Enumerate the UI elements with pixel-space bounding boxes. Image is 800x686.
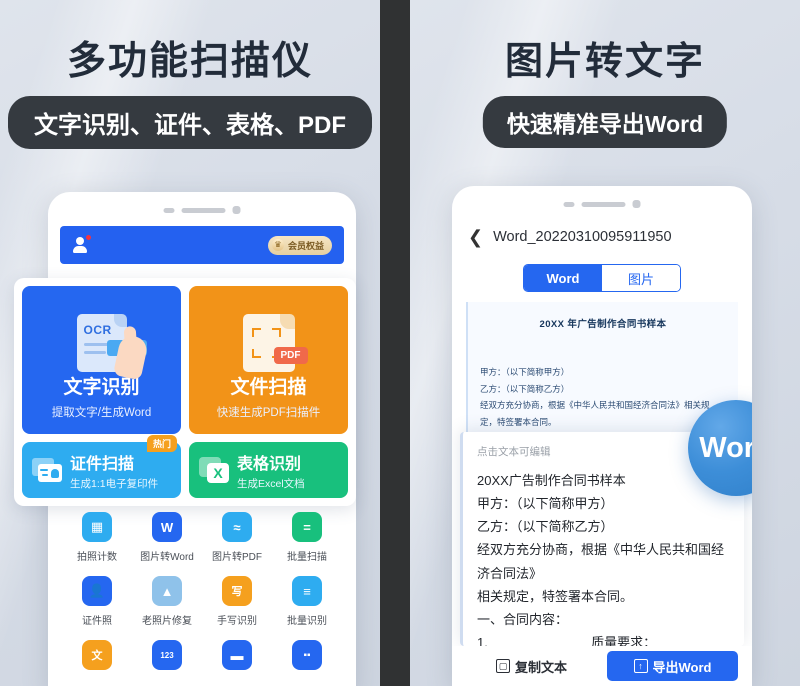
pdf-scan-icon: PDF [189,312,348,374]
card-text-recognition[interactable]: OCR 文字识别 提取文字/生成Word [22,286,181,434]
promo-screenshot: 多功能扫描仪 文字识别、证件、表格、PDF ♛ 会员权益 OCR 文字识别 提取… [0,0,800,686]
photo-restore-icon: ▲ [152,576,182,606]
tool-label: 批量识别 [287,616,327,627]
tool-label: 老照片修复 [142,616,192,627]
more-grid-icon: ▪▪ [292,640,322,670]
card-subtitle: 快速生成PDF扫描件 [216,407,321,419]
copy-icon: ▢ [495,659,510,673]
feature-cards-row-2: 热门 证件扫描 生成1:1电子复印件 X 表格识别 生成Excel文档 [22,435,348,498]
card-subtitle: 生成Excel文档 [237,477,305,490]
translate-icon: 文 [82,640,112,670]
id-card-icon [32,458,62,482]
view-mode-tabs: Word 图片 [523,264,681,292]
tool-label: 图片转Word [140,552,194,563]
tool-grid-row: 👤 证件照 ▲ 老照片修复 写 手写识别 ≡ 批量识别 [62,576,342,627]
card-title: 文件扫描 [230,377,307,398]
phone-notch [563,200,641,208]
left-subtitle-pill: 文字识别、证件、表格、PDF [8,96,372,149]
button-label: 复制文本 [514,659,567,675]
phone-notch [163,206,241,214]
navigation-bar: ❮ Word_20220310095911950 [468,228,736,246]
card-title: 表格识别 [237,455,302,473]
left-headline: 多功能扫描仪 [66,40,313,83]
number-recognize-icon: 123 [152,640,182,670]
vip-benefits-button[interactable]: ♛ 会员权益 [267,235,332,255]
back-chevron-icon[interactable]: ❮ [468,228,483,246]
preview-line: 定，特签署本合同。 [480,416,557,427]
card-file-scan[interactable]: PDF 文件扫描 快速生成PDF扫描件 [189,286,348,434]
text-line: 相关规定，特签署本合同。 [477,588,634,604]
batch-recognize-icon: ≡ [292,576,322,606]
tool-batch-scan[interactable]: = 批量扫描 [272,512,342,563]
tool-id-photo[interactable]: 👤 证件照 [62,576,132,627]
tool-image-to-word[interactable]: W 图片转Word [132,512,202,563]
tool-handwriting[interactable]: 写 手写识别 [202,576,272,627]
handwriting-icon: 写 [222,576,252,606]
panel-divider [380,0,410,686]
tab-word[interactable]: Word [524,265,602,291]
right-panel: 图片转文字 快速精准导出Word ❮ Word_2022031009591195… [410,0,800,686]
batch-scan-icon: = [292,512,322,542]
tool-image-to-pdf[interactable]: ≈ 图片转PDF [202,512,272,563]
phone-mockup-right: ❮ Word_20220310095911950 Word 图片 20XX 年广… [452,186,752,686]
image-to-pdf-icon: ≈ [222,512,252,542]
tool-label: 证件照 [82,616,112,627]
text-line: 一、合同内容： [477,611,569,627]
ocr-document-icon: OCR [22,312,181,381]
preview-line: 乙方：（以下简称乙方） [480,383,570,394]
text-line: 20XX广告制作合同书样本 [477,473,626,488]
left-panel: 多功能扫描仪 文字识别、证件、表格、PDF ♛ 会员权益 OCR 文字识别 提取… [0,0,380,686]
vip-label: 会员权益 [287,240,324,251]
button-label: 导出Word [652,659,712,675]
text-line: 乙方：（以下简称乙方） [477,519,614,535]
crown-icon: ♛ [271,239,284,251]
card-subtitle: 提取文字/生成Word [51,407,152,419]
preview-line: 经双方充分协商，根据《中华人民共和国经济合同法》相关规 [480,400,710,411]
tool-label: 批量扫描 [287,552,327,563]
tool-photo-count[interactable]: ▦ 拍照计数 [62,512,132,563]
tool-grid-row: ▦ 拍照计数 W 图片转Word ≈ 图片转PDF = 批量扫描 [62,512,342,563]
preview-title: 20XX 年广告制作合同书样本 [539,319,667,330]
phone-mockup-left: ♛ 会员权益 OCR 文字识别 提取文字/生成Word PDF 文件扫描 快速生… [14,192,356,686]
tool-icon-grid: ▦ 拍照计数 W 图片转Word ≈ 图片转PDF = 批量扫描 👤 证件照 ▲… [62,512,342,686]
tool-translate[interactable]: 文 [62,640,132,676]
tool-label: 图片转PDF [212,552,262,563]
feature-cards-panel: OCR 文字识别 提取文字/生成Word PDF 文件扫描 快速生成PDF扫描件… [14,278,356,506]
user-avatar-icon[interactable] [72,235,91,253]
right-subtitle-pill: 快速精准导出Word [482,96,728,148]
tool-photo-restore[interactable]: ▲ 老照片修复 [132,576,202,627]
tool-label: 拍照计数 [77,552,117,563]
tool-more[interactable]: ▪▪ [272,640,342,676]
card-table-recognition[interactable]: X 表格识别 生成Excel文档 [189,442,348,498]
hot-badge: 热门 [146,435,177,452]
tab-image[interactable]: 图片 [602,265,680,291]
excel-icon: X [199,457,229,483]
action-button-row: ▢ 复制文本 ↑ 导出Word [452,646,752,686]
tool-grid-row: 文 123 ▬ ▪▪ [62,640,342,676]
export-word-button[interactable]: ↑ 导出Word [607,651,738,681]
text-line: 甲方：（以下简称甲方） [477,496,614,512]
toolbox-icon: ▬ [222,640,252,670]
tool-label: 手写识别 [217,616,257,627]
export-icon: ↑ [633,659,648,673]
app-header-bar: ♛ 会员权益 [60,226,344,264]
copy-text-button[interactable]: ▢ 复制文本 [466,651,597,681]
image-to-word-icon: W [152,512,182,542]
card-id-scan[interactable]: 热门 证件扫描 生成1:1电子复印件 [22,435,181,498]
feature-cards-row-1: OCR 文字识别 提取文字/生成Word PDF 文件扫描 快速生成PDF扫描件 [22,286,348,434]
tool-toolbox[interactable]: ▬ [202,640,272,676]
preview-body: 甲方：（以下简称甲方） 乙方：（以下简称乙方） 经双方充分协商，根据《中华人民共… [480,364,726,430]
card-title: 证件扫描 [70,455,135,473]
right-headline: 图片转文字 [504,41,705,83]
document-name: Word_20220310095911950 [493,229,672,245]
card-subtitle: 生成1:1电子复印件 [70,477,159,490]
tool-batch-recognize[interactable]: ≡ 批量识别 [272,576,342,627]
id-photo-icon: 👤 [82,576,112,606]
camera-count-icon: ▦ [82,512,112,542]
preview-line: 甲方：（以下简称甲方） [480,367,570,377]
text-line: 经双方充分协商，根据《中华人民共和国经济合同法》 [477,542,725,581]
tool-number-recognize[interactable]: 123 [132,640,202,676]
